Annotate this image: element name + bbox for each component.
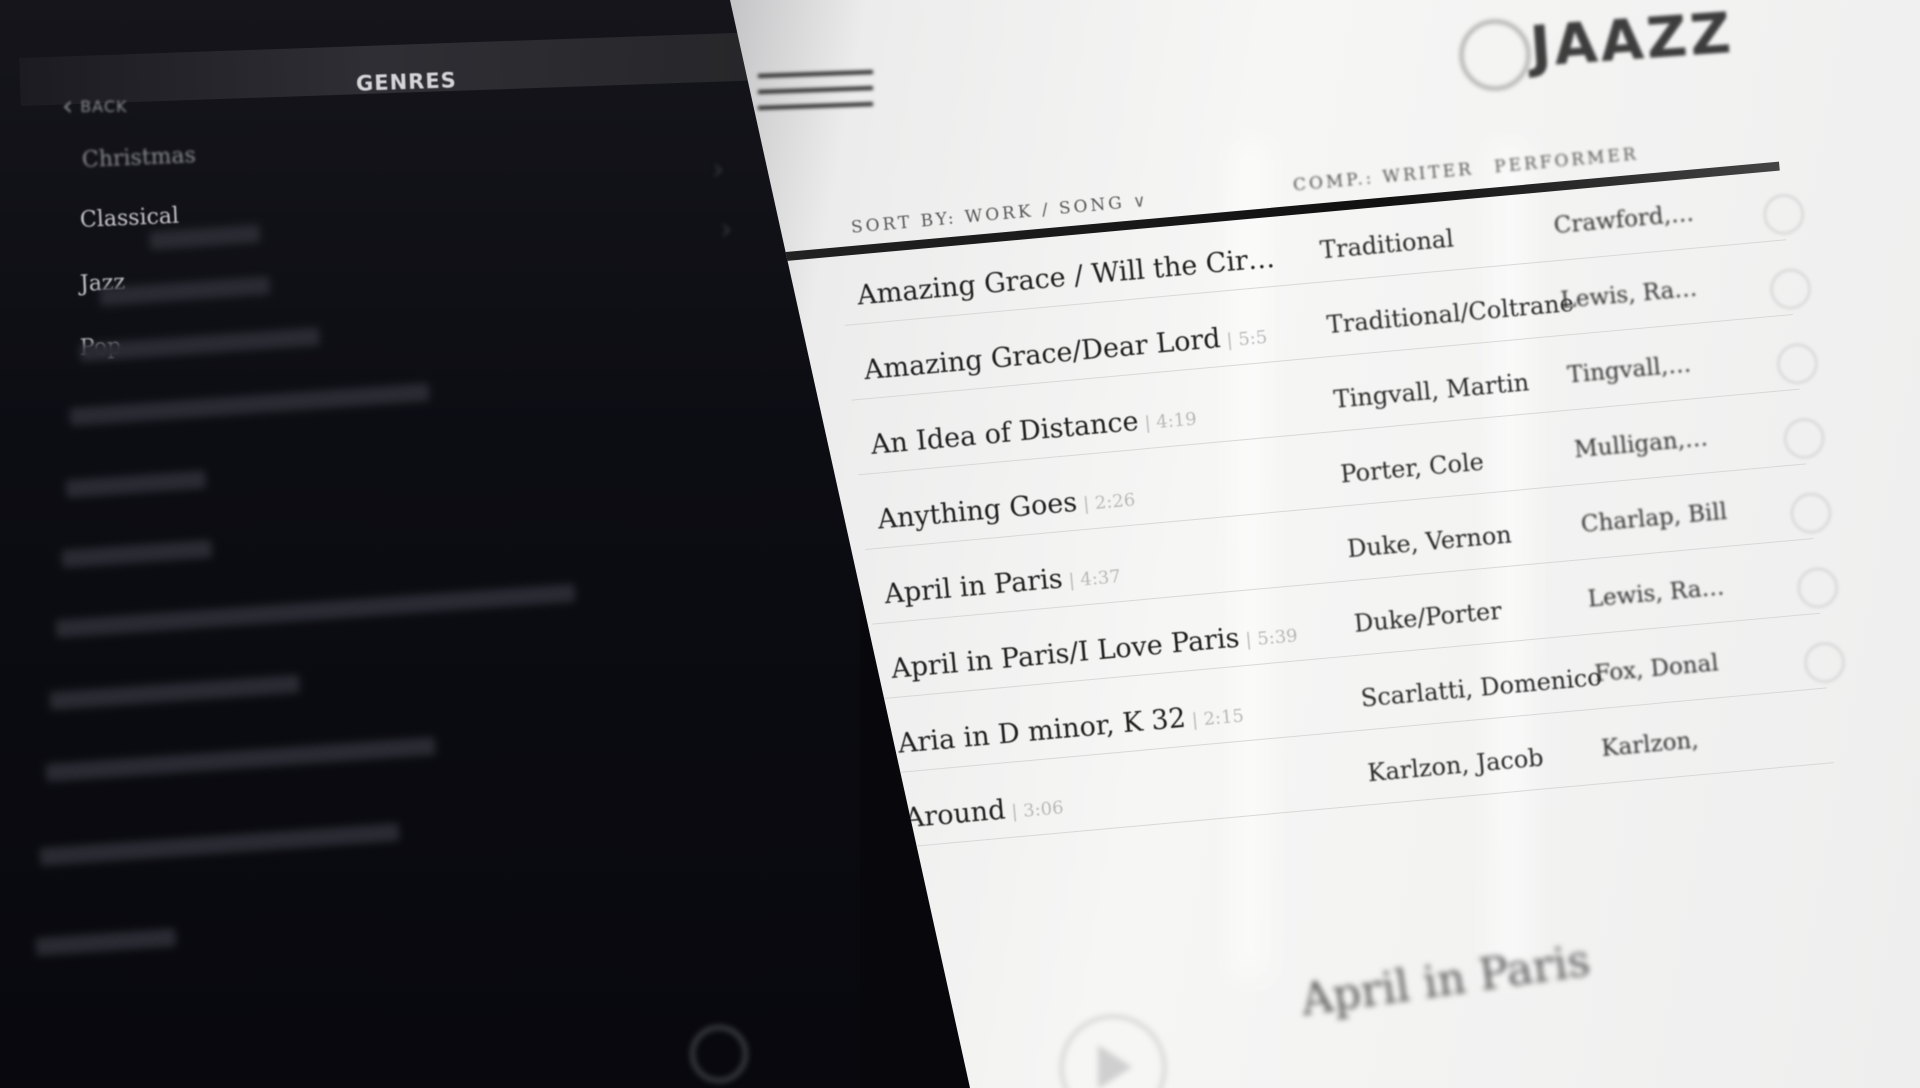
chevron-right-icon: › — [712, 152, 724, 187]
song-writer: Scarlatti, Domenico — [1359, 662, 1603, 713]
song-writer: Duke, Vernon — [1346, 520, 1513, 564]
song-title: Amazing Grace / Will the Cir… — [856, 242, 1282, 312]
song-performer: Crawford,… — [1552, 200, 1695, 240]
more-icon[interactable] — [1762, 192, 1806, 237]
column-header-writer[interactable]: COMP.: WRITER — [1292, 159, 1474, 195]
song-writer: Traditional/Coltrane — [1325, 288, 1575, 340]
song-performer: Karlzon, — [1600, 727, 1700, 763]
song-writer: Tingvall, Martin — [1332, 368, 1531, 414]
song-duration — [1280, 250, 1282, 271]
menu-item[interactable] — [61, 539, 213, 568]
more-icon[interactable] — [1796, 566, 1840, 610]
chevron-left-icon: ‹ — [62, 89, 75, 122]
song-duration: | 3:06 — [1010, 797, 1065, 823]
song-title: April in Paris/I Love Paris | 5:39 — [889, 622, 1299, 686]
song-writer: Traditional — [1318, 224, 1455, 265]
song-title: Amazing Grace/Dear Lord | 5:5 — [862, 323, 1269, 387]
genres-header-bar — [19, 30, 801, 106]
genres-panel: ‹ BACK GENRES Christmas Classical Jazz P… — [0, 0, 860, 1088]
back-button[interactable]: ‹ BACK — [62, 89, 128, 122]
menu-item[interactable] — [55, 583, 576, 638]
play-icon — [1098, 1045, 1132, 1088]
song-writer: Porter, Cole — [1339, 447, 1485, 489]
genre-item-christmas[interactable]: Christmas — [81, 143, 196, 173]
song-performer: Charlap, Bill — [1579, 498, 1729, 538]
genre-item-classical[interactable]: Classical — [79, 204, 179, 233]
song-duration: | 5:5 — [1225, 326, 1269, 352]
song-duration: | 2:26 — [1082, 489, 1137, 516]
song-duration: | 4:19 — [1143, 408, 1198, 435]
menu-item[interactable] — [49, 674, 301, 710]
menu-item[interactable] — [69, 382, 430, 426]
song-title: April in Paris | 4:37 — [883, 563, 1122, 611]
song-performer: Lewis, Ra… — [1586, 574, 1726, 613]
song-title: Aria in D minor, K 32 | 2:15 — [896, 702, 1245, 760]
song-writer: Karlzon, Jacob — [1366, 743, 1545, 788]
menu-item[interactable] — [79, 327, 321, 362]
song-performer: Lewis, Ra… — [1559, 275, 1699, 314]
song-table: SORT BY: WORK / SONG ∨ COMP.: WRITER PER… — [730, 0, 1920, 1084]
more-icon[interactable] — [1775, 342, 1820, 386]
song-performer: Fox, Donal — [1593, 650, 1720, 688]
song-title: Around | 3:06 — [903, 794, 1065, 835]
gear-icon[interactable] — [690, 1025, 748, 1083]
chevron-right-icon: › — [720, 212, 732, 247]
menu-item[interactable] — [35, 928, 177, 956]
back-label: BACK — [80, 96, 128, 116]
menu-item[interactable] — [65, 470, 207, 498]
song-writer: Duke/Porter — [1352, 596, 1503, 638]
song-duration: | 2:15 — [1190, 705, 1245, 732]
song-title: An Idea of Distance | 4:19 — [869, 405, 1198, 461]
more-icon[interactable] — [1789, 491, 1833, 535]
page-title: GENRES — [355, 68, 458, 96]
more-icon[interactable] — [1802, 640, 1847, 685]
menu-item[interactable] — [39, 822, 400, 866]
song-duration: | 5:39 — [1244, 625, 1299, 651]
more-icon[interactable] — [1768, 267, 1813, 311]
song-performer: Tingvall,… — [1566, 351, 1693, 389]
song-title: Anything Goes | 2:26 — [876, 486, 1137, 536]
more-icon[interactable] — [1782, 416, 1826, 461]
column-header-performer[interactable]: PERFORMER — [1493, 144, 1639, 177]
chevron-down-icon: ∨ — [1132, 190, 1150, 213]
song-list-panel: JAAZZ SORT BY: WORK / SONG ∨ COMP.: WRIT… — [730, 0, 1920, 1088]
menu-item[interactable] — [45, 736, 436, 782]
song-duration: | 4:37 — [1067, 566, 1122, 592]
song-performer: Mulligan,… — [1573, 425, 1709, 464]
